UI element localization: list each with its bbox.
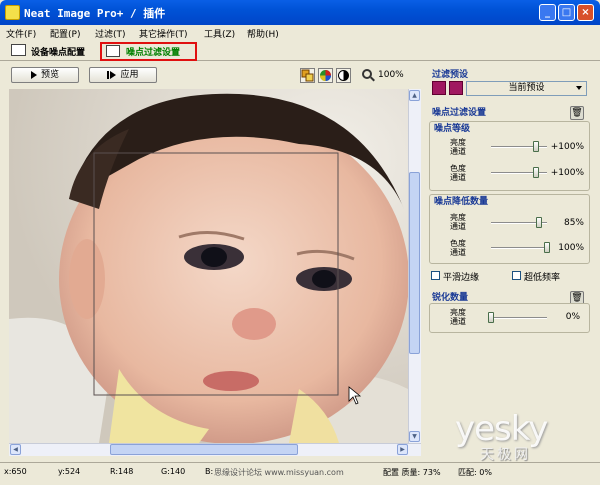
- sharpening-luma-slider[interactable]: [489, 317, 547, 319]
- scroll-left-icon[interactable]: ◀: [10, 444, 21, 455]
- scroll-right-icon[interactable]: ▶: [397, 444, 408, 455]
- save-preset-icon[interactable]: [449, 81, 463, 95]
- forum-watermark: 思缘设计论坛 www.missyuan.com: [214, 468, 344, 477]
- menu-help[interactable]: 帮助(H): [247, 27, 279, 40]
- menu-tools[interactable]: 工具(Z): [204, 27, 235, 40]
- apply-button[interactable]: 应用: [89, 67, 157, 83]
- minimize-button[interactable]: _: [539, 4, 556, 21]
- load-preset-icon[interactable]: [432, 81, 446, 95]
- status-g: G:140: [161, 467, 186, 476]
- tab-row: [0, 41, 600, 61]
- scroll-down-icon[interactable]: ▼: [409, 431, 420, 442]
- status-match: 匹配: 0%: [458, 468, 492, 477]
- menu-file[interactable]: 文件(F): [6, 27, 36, 40]
- image-preview[interactable]: [9, 89, 408, 443]
- zoom-icon-handle: [370, 76, 375, 82]
- menu-filter[interactable]: 过滤(T): [95, 27, 126, 40]
- sharpening-luma-thumb[interactable]: [488, 312, 494, 323]
- reduction-luma-thumb[interactable]: [536, 217, 542, 228]
- sharpening-luma-value: 0%: [565, 312, 580, 322]
- menu-bar: [0, 25, 600, 41]
- status-x: x:650: [4, 467, 27, 476]
- noise-level-luma-thumb[interactable]: [533, 141, 539, 152]
- camera-profile-icon: [11, 44, 26, 56]
- noise-level-chroma-thumb[interactable]: [533, 167, 539, 178]
- apply-icon: [107, 70, 110, 79]
- preview-button[interactable]: 预览: [11, 67, 79, 83]
- copy-icon[interactable]: [300, 68, 315, 83]
- status-quality: 配置 质量: 73%: [383, 468, 441, 477]
- filter-preset-title: 过滤预设: [432, 70, 469, 80]
- preset-select[interactable]: 当前预设: [466, 81, 587, 96]
- play-icon: [30, 70, 37, 79]
- menu-config[interactable]: 配置(P): [50, 27, 80, 40]
- scroll-up-icon[interactable]: ▲: [409, 90, 420, 101]
- window-title: Neat Image Pro+ / 插件: [24, 7, 166, 20]
- close-button[interactable]: ×: [577, 4, 594, 21]
- ultra-low-freq-checkbox[interactable]: [512, 271, 521, 280]
- baby-photo: [9, 89, 408, 443]
- reduction-luma-value: 85%: [563, 218, 584, 228]
- smooth-edges-checkbox[interactable]: [431, 271, 440, 280]
- reduction-chroma-slider[interactable]: [491, 247, 547, 249]
- horizontal-scroll-thumb[interactable]: [110, 444, 298, 455]
- sharpening-title: 锐化数量: [432, 293, 469, 303]
- yesky-watermark: yesky: [455, 409, 548, 449]
- ultra-low-freq-label: 超低频率: [524, 273, 561, 283]
- color-palette-icon[interactable]: [318, 68, 333, 83]
- chevron-down-icon: [576, 86, 582, 90]
- noise-level-luma-value: +100%: [550, 142, 584, 152]
- noise-filter-title: 噪点过滤设置: [432, 108, 487, 118]
- tab-device-profile[interactable]: 设备噪点配置: [31, 45, 85, 58]
- status-y: y:524: [58, 467, 81, 476]
- reduction-chroma-label: 色度通道: [450, 239, 466, 257]
- status-b: B:: [205, 467, 214, 476]
- status-r: R:148: [110, 467, 134, 476]
- menu-other[interactable]: 其它操作(T): [139, 27, 188, 40]
- app-icon: [5, 5, 20, 20]
- noise-level-chroma-value: +100%: [550, 168, 584, 178]
- maximize-button[interactable]: □: [558, 4, 575, 21]
- smooth-edges-label: 平滑边缘: [443, 273, 480, 283]
- noise-reduction-title: 噪点降低数量: [434, 197, 489, 207]
- filter-settings-icon: [106, 45, 120, 57]
- reduction-chroma-value: 100%: [558, 243, 584, 253]
- vertical-scroll-thumb[interactable]: [409, 172, 420, 354]
- reduction-luma-label: 亮度通道: [450, 213, 466, 231]
- yesky-watermark-sub: 天极网: [480, 447, 531, 463]
- noise-level-chroma-label: 色度通道: [450, 164, 466, 182]
- trash-icon[interactable]: 🗑: [570, 106, 584, 120]
- contrast-icon[interactable]: [336, 68, 351, 83]
- zoom-level: 100%: [378, 70, 404, 80]
- sharpening-luma-label: 亮度通道: [450, 308, 466, 326]
- noise-level-luma-label: 亮度通道: [450, 138, 466, 156]
- tab-noise-filter-label: 噪点过滤设置: [126, 48, 181, 58]
- noise-levels-title: 噪点等级: [434, 124, 471, 134]
